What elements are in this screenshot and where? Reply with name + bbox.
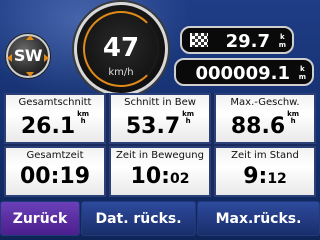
cell-value: 10:02 [130,164,190,189]
cell-value: 53.7 km h [125,110,195,140]
back-button[interactable]: Zurück [0,201,80,236]
cell-value: 00:19 [19,164,91,189]
trip-computer-screen: SW 47 km/h 29.7 km 000009.1 km Gesamtsch… [0,0,320,240]
cell-overall-average[interactable]: Gesamtschnitt 26.1 km h [4,93,106,144]
compass-heading: SW [13,46,43,65]
cell-value: 26.1 km h [20,110,90,140]
compass-south-marker [26,72,34,77]
cell-value: 88.6 km h [230,110,300,140]
cell-label: Schnitt in Bew [124,97,196,108]
cell-label: Gesamtzeit [26,150,84,161]
cell-label: Max.-Geschw. [230,97,300,108]
cell-label: Zeit im Stand [231,150,299,161]
speed-value: 47 [102,33,140,63]
trip-distance-value: 29.7 [225,31,270,52]
cell-label: Gesamtschnitt [18,97,92,108]
reset-data-button[interactable]: Dat. rücks. [81,201,196,236]
reset-max-button[interactable]: Max.rücks. [197,201,320,236]
odometer-field: 000009.1 km [174,58,314,86]
cell-value: 9:12 [243,164,287,189]
cell-max-speed[interactable]: Max.-Geschw. 88.6 km h [214,93,316,144]
trip-distance-field: 29.7 km [180,26,294,54]
cell-stopped-time[interactable]: Zeit im Stand 9:12 [214,146,316,197]
checkered-flag-icon [190,33,208,47]
trip-distance-unit: km [278,33,286,49]
trip-data-grid: Gesamtschnitt 26.1 km h Schnitt in Bew 53.… [4,93,316,197]
cell-label: Zeit in Bewegung [116,150,204,161]
odometer-value: 000009.1 [195,63,290,84]
odometer-unit: km [298,65,306,81]
cell-moving-average[interactable]: Schnitt in Bew 53.7 km h [109,93,211,144]
speedometer: 47 km/h [74,2,168,96]
cell-moving-time[interactable]: Zeit in Bewegung 10:02 [109,146,211,197]
compass-north-marker [26,35,34,40]
cell-total-time[interactable]: Gesamtzeit 00:19 [4,146,106,197]
compass-dial: SW [6,34,50,78]
speed-unit: km/h [108,67,134,78]
